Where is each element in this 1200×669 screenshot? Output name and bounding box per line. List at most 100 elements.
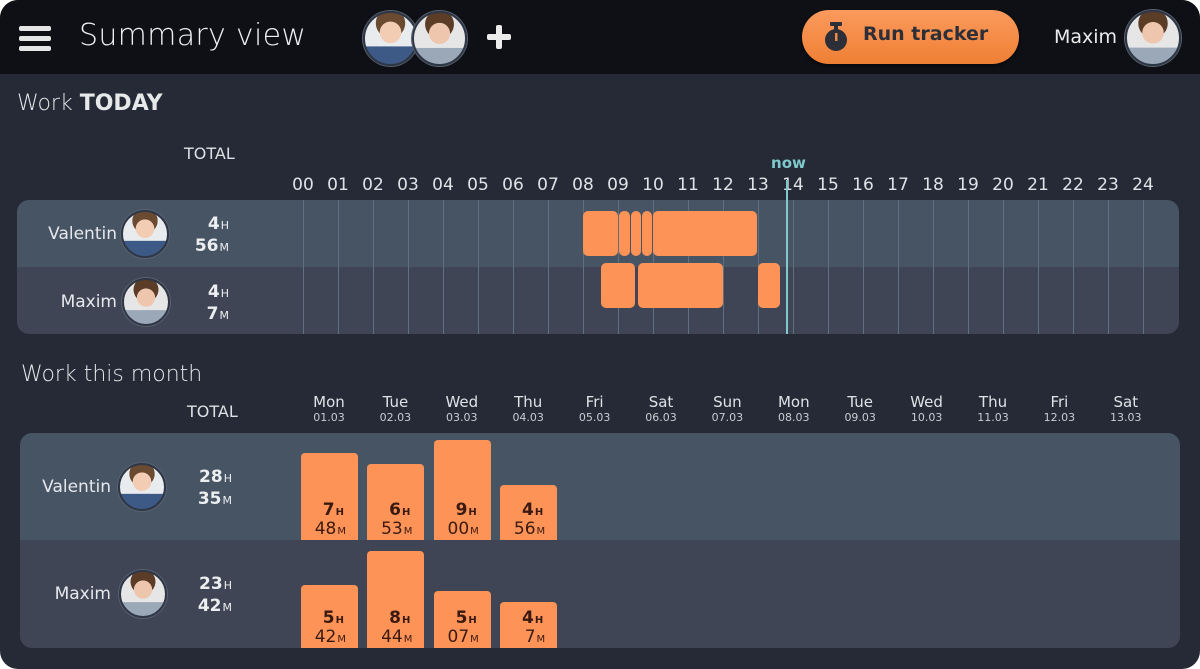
avatar-valentin[interactable] <box>118 463 166 511</box>
hour-label: 10 <box>642 175 664 195</box>
day-bar-valentin[interactable]: 4H 56M <box>500 485 558 540</box>
day-bar-maxim[interactable]: 8H 44M <box>367 551 425 648</box>
bar-minutes: 42M <box>314 626 346 647</box>
run-tracker-button[interactable]: Run tracker <box>802 10 1019 64</box>
month-total-header: TOTAL <box>187 402 238 421</box>
today-total-maxim: 4H 7M <box>177 282 229 326</box>
hour-gridline <box>478 200 479 334</box>
current-user-avatar[interactable] <box>1125 10 1181 66</box>
today-timeline-panel: Valentin 4H 56M Maxim 4H 7M <box>17 200 1179 334</box>
day-name: Thu <box>514 393 543 411</box>
hamburger-menu-icon[interactable] <box>19 26 51 52</box>
day-date: 02.03 <box>379 411 412 424</box>
hour-gridline <box>338 200 339 334</box>
hour-label: 02 <box>362 175 384 195</box>
team-avatar-maxim[interactable] <box>412 11 467 66</box>
day-name: Fri <box>585 393 604 411</box>
hour-gridline <box>548 200 549 334</box>
hour-label: 22 <box>1062 175 1084 195</box>
month-total-valentin: 28H 35M <box>180 467 232 511</box>
plus-icon[interactable] <box>484 22 514 52</box>
work-segment-valentin[interactable] <box>642 211 653 256</box>
day-bar-maxim[interactable]: 5H 42M <box>301 584 358 648</box>
hours-unit: H <box>223 472 232 485</box>
total-hours: 4 <box>207 214 220 234</box>
day-bar-maxim[interactable]: 5H 07M <box>433 591 491 648</box>
day-date: 13.03 <box>1110 411 1142 424</box>
day-name: Wed <box>445 393 479 411</box>
avatar-valentin[interactable] <box>121 210 169 258</box>
day-bar-valentin[interactable]: 7H 48M <box>301 453 358 540</box>
now-label: now <box>771 154 806 172</box>
month-bars-panel: Valentin 28H 35M Maxim 23H 42M 7H 48M 6H 53… <box>20 433 1180 648</box>
hour-gridline <box>513 200 514 334</box>
day-name: Tue <box>847 393 873 411</box>
work-segment-valentin[interactable] <box>583 211 618 256</box>
hour-gridline <box>1143 200 1144 334</box>
day-date: 08.03 <box>778 411 810 424</box>
bar-hours: 4H <box>521 607 544 628</box>
hour-label: 23 <box>1097 175 1119 195</box>
day-date: 07.03 <box>711 411 744 424</box>
day-date: 04.03 <box>512 411 544 424</box>
hour-gridline <box>793 200 794 334</box>
bar-hours: 8H <box>389 607 411 628</box>
hour-label: 13 <box>747 175 769 195</box>
day-header: Fri 05.03 <box>565 393 625 424</box>
minutes-unit: M <box>219 309 230 322</box>
today-section-title: Work TODAY <box>17 91 163 116</box>
bar-hours: 5H <box>322 607 344 628</box>
bar-hours: 4H <box>521 499 544 520</box>
work-segment-valentin[interactable] <box>630 211 642 256</box>
work-segment-valentin[interactable] <box>619 211 630 256</box>
minutes-unit: M <box>222 494 233 507</box>
hour-gridline <box>408 200 409 334</box>
day-date: 06.03 <box>645 411 677 424</box>
work-segment-maxim[interactable] <box>758 263 781 308</box>
hours-unit: H <box>223 579 232 592</box>
hour-label: 01 <box>327 175 349 195</box>
day-header: Mon 01.03 <box>299 393 359 424</box>
day-name: Wed <box>910 393 943 411</box>
hour-gridline <box>1108 200 1109 334</box>
hour-gridline <box>1003 200 1004 334</box>
month-row-maxim: Maxim 23H 42M <box>20 540 1180 648</box>
work-segment-maxim[interactable] <box>637 263 723 308</box>
run-tracker-label: Run tracker <box>863 23 989 45</box>
today-title-bold: TODAY <box>79 91 163 116</box>
day-date: 12.03 <box>1043 411 1076 424</box>
day-header: Fri 12.03 <box>1029 393 1089 424</box>
day-name: Tue <box>382 393 409 411</box>
avatar-maxim[interactable] <box>119 570 167 618</box>
month-row-valentin: Valentin 28H 35M <box>20 433 1180 540</box>
now-indicator-line <box>786 180 789 334</box>
total-hours: 23 <box>199 574 223 594</box>
day-header: Sun 07.03 <box>697 393 757 424</box>
day-header: Thu 11.03 <box>963 393 1023 424</box>
hour-gridline <box>373 200 374 334</box>
minutes-unit: M <box>219 241 230 254</box>
hour-label: 16 <box>852 175 874 195</box>
minutes-unit: M <box>222 601 233 614</box>
app-window: Summary view Run tracker Maxim Work TODA… <box>0 0 1200 669</box>
work-segment-valentin[interactable] <box>653 211 757 256</box>
avatar-maxim[interactable] <box>122 278 170 326</box>
person-name: Maxim <box>60 292 117 312</box>
today-title-prefix: Work <box>17 91 73 116</box>
day-bar-maxim[interactable]: 4H 7M <box>500 602 558 648</box>
team-avatar-valentin[interactable] <box>363 11 418 66</box>
hour-label: 19 <box>957 175 979 195</box>
day-date: 10.03 <box>910 411 943 424</box>
work-segment-maxim[interactable] <box>600 263 636 308</box>
hour-label: 11 <box>677 175 699 195</box>
top-bar: Summary view Run tracker Maxim <box>0 0 1200 74</box>
bar-hours: 9H <box>455 499 477 520</box>
day-bar-valentin[interactable]: 9H 00M <box>433 440 491 540</box>
current-user-name: Maxim <box>1054 26 1118 48</box>
hour-label: 05 <box>467 175 489 195</box>
hour-label: 20 <box>992 175 1014 195</box>
hour-label: 07 <box>537 175 559 195</box>
day-bar-valentin[interactable]: 6H 53M <box>367 463 425 540</box>
day-date: 01.03 <box>313 411 345 424</box>
hour-label: 12 <box>712 175 734 195</box>
